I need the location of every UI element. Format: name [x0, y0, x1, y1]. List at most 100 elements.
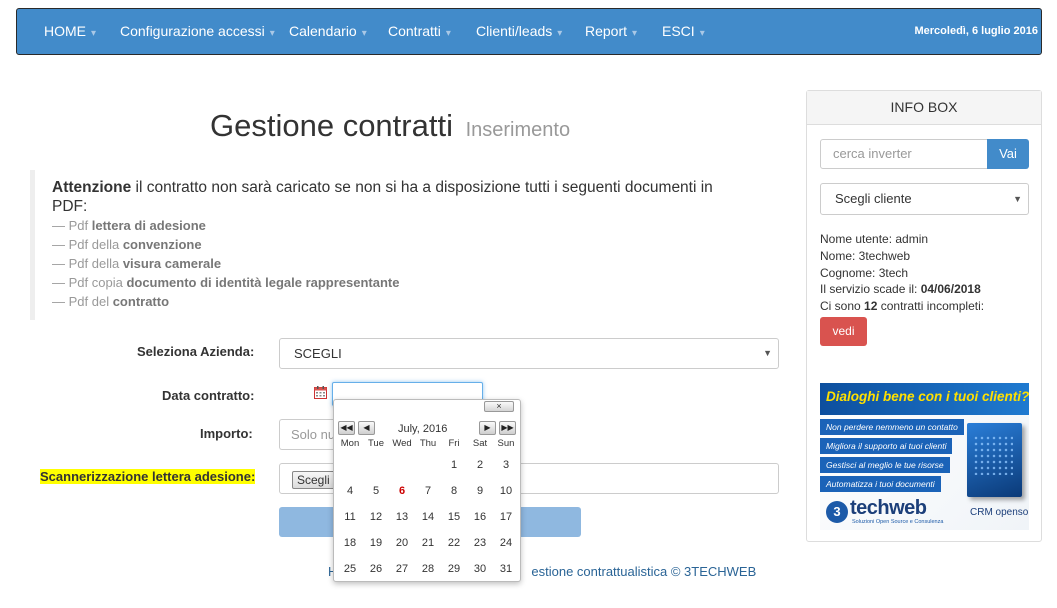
notice-lead: Attenzione il contratto non sarà caricat… — [52, 178, 732, 216]
calendar-day[interactable]: 26 — [363, 563, 389, 575]
doc-item: — Pdf della visura camerale — [52, 256, 222, 271]
calendar-day[interactable]: 27 — [389, 563, 415, 575]
calendar-day[interactable]: 5 — [363, 485, 389, 497]
name-line: Nome: 3techweb — [820, 248, 911, 263]
vai-button[interactable]: Vai — [987, 139, 1029, 169]
info-box-title: INFO BOX — [807, 91, 1041, 125]
techweb-logo-mark: 3 — [826, 501, 848, 523]
nav-contratti[interactable]: Contratti ▾ — [388, 9, 451, 54]
calendar-day[interactable]: 10 — [493, 485, 519, 497]
calendar-day[interactable]: 12 — [363, 511, 389, 523]
choose-file-button[interactable]: Scegli file — [292, 471, 338, 489]
azienda-label: Seleziona Azienda: — [137, 344, 255, 359]
notice-text: il contratto non sarà caricato se non si… — [52, 179, 713, 215]
banner-crm-label: CRM opensource — [970, 507, 1029, 518]
importo-label: Importo: — [200, 426, 253, 441]
weekday-header: Tue — [367, 438, 385, 449]
calendar-day[interactable]: 23 — [467, 537, 493, 549]
scan-label: Scannerizzazione lettera adesione: — [40, 469, 256, 484]
calendar-day[interactable]: 15 — [441, 511, 467, 523]
importo-input[interactable]: Solo numeri — [279, 419, 339, 450]
banner-line: Gestisci al meglio le tue risorse — [820, 457, 950, 473]
weekday-header: Sat — [472, 438, 488, 449]
incomplete-line: Ci sono 12 contratti incompleti: — [820, 299, 985, 314]
techweb-banner[interactable]: Dialoghi bene con i tuoi clienti? Non pe… — [820, 383, 1029, 530]
next-month-button[interactable]: ▶ — [479, 421, 496, 435]
calendar-day[interactable]: 24 — [493, 537, 519, 549]
expiry-date: 04/06/2018 — [920, 282, 981, 297]
calendar-day[interactable]: 4 — [337, 485, 363, 497]
user-line: Nome utente: admin — [820, 232, 929, 246]
info-box: INFO BOX cerca inverter Vai Scegli clien… — [806, 90, 1042, 542]
page-subtitle: Inserimento — [465, 119, 571, 141]
nav-report[interactable]: Report ▾ — [585, 9, 637, 54]
weekday-header: Wed — [392, 438, 412, 449]
client-select-value: Scegli cliente — [835, 191, 912, 206]
nav-home[interactable]: HOME ▾ — [44, 9, 96, 54]
calendar-day[interactable]: 28 — [415, 563, 441, 575]
surname-line: Cognome: 3tech — [820, 265, 909, 280]
current-date: Mercoledì, 6 luglio 2016 — [914, 25, 1039, 37]
nav-esci[interactable]: ESCI ▾ — [662, 9, 705, 54]
banner-line: Automatizza i tuoi documenti — [820, 476, 941, 492]
calendar-day[interactable]: 19 — [363, 537, 389, 549]
calendar-day[interactable]: 13 — [389, 511, 415, 523]
caret-down-icon: ▾ — [91, 28, 97, 39]
calendar-day[interactable]: 20 — [389, 537, 415, 549]
weekday-header: Sun — [497, 438, 515, 449]
techweb-logo-sub: Soluzioni Open Source e Consulenza — [852, 519, 944, 525]
caret-down-icon: ▾ — [699, 28, 705, 39]
caret-down-icon: ▾ — [557, 28, 563, 39]
client-select[interactable]: Scegli cliente ▼ — [820, 183, 1029, 215]
calendar-day[interactable]: 16 — [467, 511, 493, 523]
prev-month-button[interactable]: ◀ — [358, 421, 375, 435]
calendar-day[interactable]: 6 — [389, 485, 415, 497]
search-inverter-input[interactable]: cerca inverter — [820, 139, 988, 169]
calendar-day[interactable]: 8 — [441, 485, 467, 497]
calendar-icon[interactable] — [314, 386, 327, 399]
banner-title: Dialoghi bene con i tuoi clienti? — [826, 389, 1029, 404]
weekday-header: Fri — [448, 438, 460, 449]
nav-calendario[interactable]: Calendario ▾ — [289, 9, 367, 54]
vedi-button[interactable]: vedi — [820, 317, 867, 346]
calendar-day[interactable]: 11 — [337, 511, 363, 523]
notice-block: Attenzione il contratto non sarà caricat… — [30, 170, 730, 320]
calendar-day[interactable]: 31 — [493, 563, 519, 575]
calendar-day[interactable]: 21 — [415, 537, 441, 549]
calendar-day[interactable]: 22 — [441, 537, 467, 549]
chevron-down-icon: ▼ — [1013, 194, 1022, 204]
expiry-line: Il servizio scade il: 04/06/2018 — [820, 282, 981, 297]
doc-item: — Pdf copia documento di identità legale… — [52, 275, 400, 290]
doc-item: — Pdf della convenzione — [52, 237, 202, 252]
footer-right: estione contrattualistica © 3TECHWEB — [531, 564, 757, 579]
calendar-day[interactable]: 9 — [467, 485, 493, 497]
nav-configurazione-accessi[interactable]: Configurazione accessi ▾ — [120, 9, 275, 54]
caret-down-icon: ▾ — [445, 28, 451, 39]
nav-clienti-leads[interactable]: Clienti/leads ▾ — [476, 9, 562, 54]
azienda-select[interactable]: SCEGLI ▼ — [279, 338, 779, 369]
calendar-day[interactable]: 1 — [441, 459, 467, 471]
page-title: Gestione contratti Inserimento — [210, 108, 570, 144]
calendar-day[interactable]: 29 — [441, 563, 467, 575]
caret-down-icon: ▾ — [632, 28, 638, 39]
calendar-day[interactable]: 18 — [337, 537, 363, 549]
weekday-header: Thu — [419, 438, 437, 449]
prev-year-button[interactable]: ◀◀ — [338, 421, 355, 435]
caret-down-icon: ▾ — [361, 28, 367, 39]
datepicker-close-button[interactable]: × — [484, 401, 514, 412]
notice-strong: Attenzione — [52, 179, 132, 196]
next-year-button[interactable]: ▶▶ — [499, 421, 516, 435]
calendar-day[interactable]: 7 — [415, 485, 441, 497]
caret-down-icon: ▾ — [269, 28, 275, 39]
calendar-day[interactable]: 14 — [415, 511, 441, 523]
techweb-logo: techweb — [850, 497, 927, 519]
calendar-day[interactable]: 3 — [493, 459, 519, 471]
weekday-header: Mon — [340, 438, 360, 449]
user-info: Nome utente: admin Nome: 3techweb Cognom… — [820, 231, 984, 315]
calendar-day[interactable]: 2 — [467, 459, 493, 471]
calendar-day[interactable]: 30 — [467, 563, 493, 575]
calendar-day[interactable]: 17 — [493, 511, 519, 523]
page-title-main: Gestione contratti — [210, 108, 453, 143]
calendar-day[interactable]: 25 — [337, 563, 363, 575]
doc-item: — Pdf del contratto — [52, 294, 170, 309]
